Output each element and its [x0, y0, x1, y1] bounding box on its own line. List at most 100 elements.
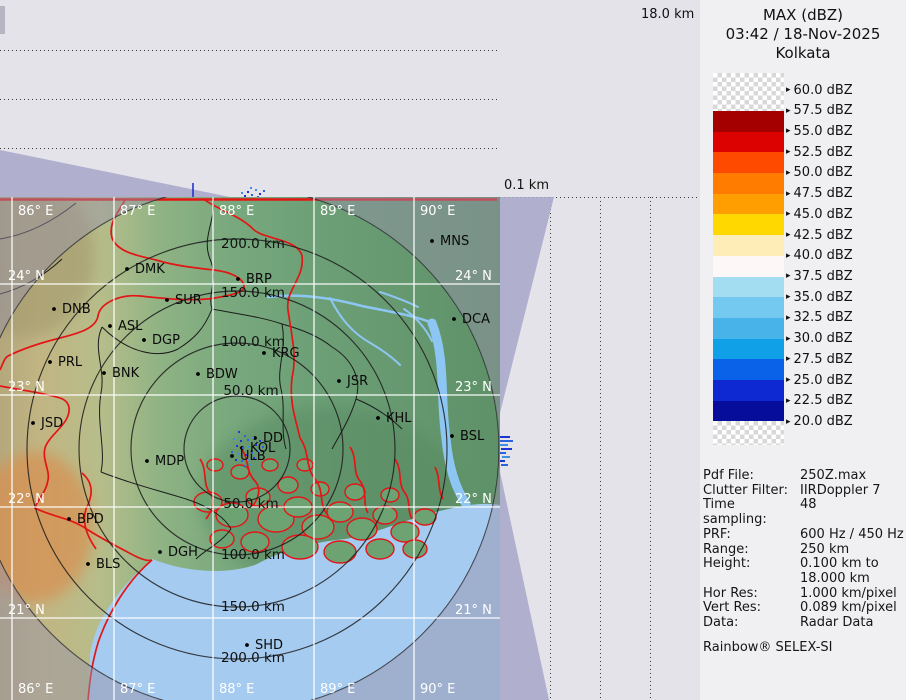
radar-echo: [242, 447, 244, 449]
tick-arrow-icon: ▸: [786, 147, 791, 157]
city-dot: [102, 371, 106, 375]
metadata-value: 250 km: [800, 543, 903, 558]
legend-band: [713, 380, 784, 401]
range-ring-label: 150.0 km: [221, 599, 285, 615]
meridian-label-top: 89° E: [320, 204, 355, 219]
radar-echo: [250, 187, 252, 189]
city-label: BSL: [460, 429, 485, 444]
tick-arrow-icon: ▸: [786, 106, 791, 116]
meridian-label-bottom: 87° E: [120, 682, 155, 697]
city-label: KRG: [272, 346, 300, 361]
tick-arrow-icon: ▸: [786, 334, 791, 344]
metadata-row: Pdf File:250Z.max: [703, 469, 903, 484]
city-dot: [450, 434, 454, 438]
city-dot: [86, 562, 90, 566]
legend-band: [713, 173, 784, 194]
range-ring-label: 100.0 km: [221, 547, 285, 563]
parallel-label-left: 23° N: [8, 380, 45, 395]
metadata-label: PRF:: [703, 528, 800, 543]
city-label: BDW: [206, 367, 238, 382]
radar-echo: [241, 460, 243, 462]
legend-band: [713, 194, 784, 215]
radar-echo: [248, 446, 250, 448]
legend-value-label: 25.0 dBZ: [794, 373, 853, 388]
meridian-label-bottom: 86° E: [18, 682, 53, 697]
radar-echo: [235, 459, 237, 461]
legend-value-label: 50.0 dBZ: [794, 165, 853, 180]
parallel-label-left: 21° N: [8, 603, 45, 618]
legend-label-row: ▸42.5 dBZ: [786, 226, 853, 244]
legend-value-label: 37.5 dBZ: [794, 269, 853, 284]
parallel-label-right: 22° N: [455, 492, 492, 507]
parallel-label-right: 24° N: [455, 269, 492, 284]
height-axis-max-label: 18.0 km: [641, 7, 694, 22]
legend-value-label: 52.5 dBZ: [794, 145, 853, 160]
radar-echo: [263, 190, 265, 192]
delta-island: [282, 535, 318, 559]
meridian-label-top: 90° E: [420, 204, 455, 219]
parallel-label-right: 23° N: [455, 380, 492, 395]
meridian-label-top: 87° E: [120, 204, 155, 219]
metadata-label: [703, 572, 800, 587]
metadata-value: Radar Data: [800, 616, 903, 631]
range-ring-label: 50.0 km: [223, 383, 278, 399]
city-dot: [337, 379, 341, 383]
city-label: BRP: [246, 272, 272, 287]
legend-value-label: 32.5 dBZ: [794, 310, 853, 325]
metadata-value: 18.000 km: [800, 572, 903, 587]
legend-band: [713, 152, 784, 173]
site-name: Kolkata: [700, 44, 906, 63]
tick-arrow-icon: ▸: [786, 126, 791, 136]
right-panel-echoes: [500, 197, 700, 700]
reflectivity-scale-labels: ▸60.0 dBZ▸57.5 dBZ▸55.0 dBZ▸52.5 dBZ▸50.…: [786, 73, 904, 445]
city-label: DGP: [152, 333, 180, 348]
legend-value-label: 27.5 dBZ: [794, 352, 853, 367]
city-dot: [125, 267, 129, 271]
legend-band: [713, 359, 784, 380]
radar-echo: [255, 444, 257, 446]
city-label: DCA: [462, 312, 490, 327]
legend-band: [713, 73, 784, 111]
legend-label-row: ▸20.0 dBZ: [786, 413, 853, 431]
metadata-row: Vert Res:0.089 km/pixel: [703, 601, 903, 616]
metadata-value: 0.100 km to: [800, 557, 903, 572]
city-dot: [48, 360, 52, 364]
range-ring-label: 50.0 km: [223, 496, 278, 512]
metadata-row: Time sampling:48: [703, 498, 903, 527]
product-title: MAX (dBZ): [700, 6, 906, 25]
legend-label-row: ▸60.0 dBZ: [786, 81, 853, 99]
metadata-label: Height:: [703, 557, 800, 572]
parallel-label-left: 24° N: [8, 269, 45, 284]
city-label: ULB: [240, 449, 266, 464]
metadata-value: 600 Hz / 450 Hz: [800, 528, 904, 543]
metadata-value: 48: [800, 498, 903, 527]
legend-label-row: ▸37.5 dBZ: [786, 267, 853, 285]
legend-label-row: ▸25.0 dBZ: [786, 371, 853, 389]
metadata-label: Pdf File:: [703, 469, 800, 484]
city-dot: [262, 351, 266, 355]
tick-arrow-icon: ▸: [786, 375, 791, 385]
legend-label-row: ▸35.0 dBZ: [786, 288, 853, 306]
legend-value-label: 47.5 dBZ: [794, 186, 853, 201]
delta-island: [207, 459, 223, 471]
meridian-label-top: 86° E: [18, 204, 53, 219]
software-brand: Rainbow® SELEX-SI: [703, 640, 903, 655]
radar-echo: [238, 453, 240, 455]
radar-echo: [255, 189, 257, 191]
delta-island: [327, 502, 353, 522]
radar-echo: [249, 464, 251, 466]
tick-arrow-icon: ▸: [786, 230, 791, 240]
radar-echo: [236, 445, 238, 447]
legend-value-label: 45.0 dBZ: [794, 207, 853, 222]
legend-band: [713, 339, 784, 360]
city-label: JSD: [40, 416, 63, 431]
metadata-row: PRF:600 Hz / 450 Hz: [703, 528, 903, 543]
metadata-label: Time sampling:: [703, 498, 800, 527]
city-dot: [452, 317, 456, 321]
legend-value-label: 55.0 dBZ: [794, 124, 853, 139]
radar-echo: [253, 457, 255, 459]
legend-label-row: ▸32.5 dBZ: [786, 309, 853, 327]
city-label: SHD: [255, 638, 283, 653]
meridian-label-top: 88° E: [219, 204, 254, 219]
tick-arrow-icon: ▸: [786, 354, 791, 364]
